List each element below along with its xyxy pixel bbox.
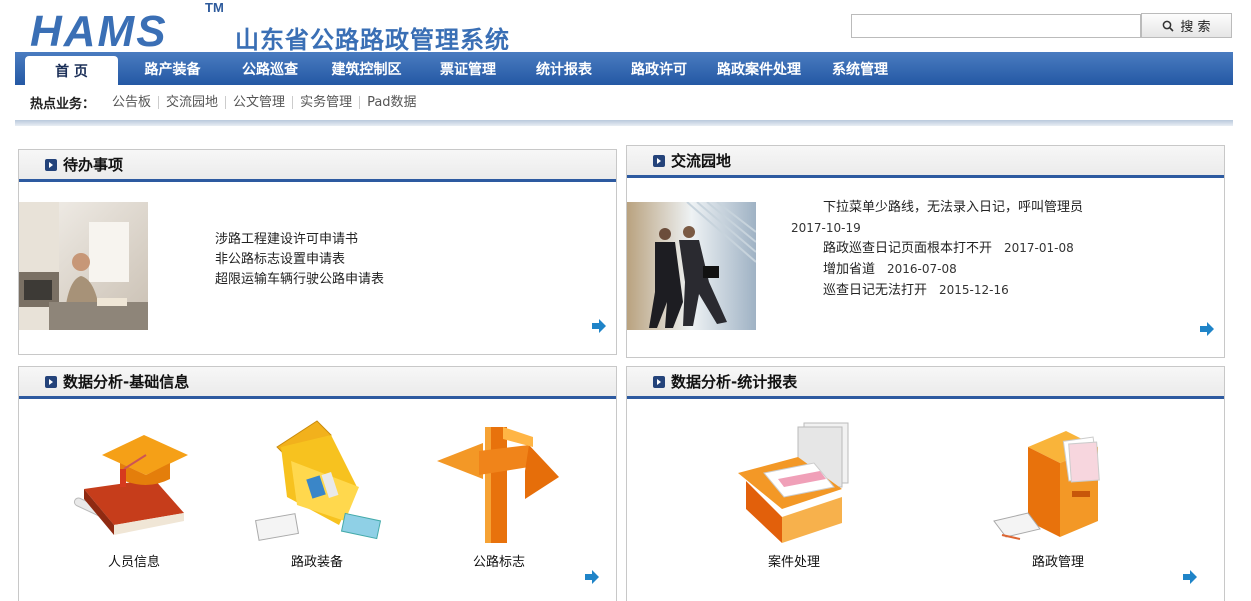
panel-header: 数据分析-统计报表	[627, 367, 1224, 399]
signpost-icon	[437, 427, 559, 543]
more-arrow-icon[interactable]	[591, 318, 607, 334]
icon-label: 公路标志	[472, 555, 525, 570]
panel-title: 数据分析-统计报表	[671, 373, 798, 391]
stat-report-panel: 数据分析-统计报表 案件处理 路政管理	[626, 366, 1225, 601]
hot-link-documents[interactable]: 公文管理	[226, 95, 294, 109]
office-worker-photo	[19, 202, 148, 330]
icon-label: 路政管理	[1031, 555, 1084, 570]
panel-title: 交流园地	[671, 152, 732, 170]
hot-business-label: 热点业务：	[30, 96, 96, 112]
forum-list: 下拉菜单少路线，无法录入日记，呼叫管理员 2017-10-19 路政巡查日记页面…	[791, 198, 1227, 301]
todo-item[interactable]: 涉路工程建设许可申请书	[215, 230, 384, 250]
panel-header: 待办事项	[19, 150, 616, 182]
bullet-icon	[653, 375, 665, 388]
trademark: TM	[205, 0, 224, 15]
panel-header: 数据分析-基础信息	[19, 367, 616, 399]
hot-link-forum[interactable]: 交流园地	[159, 95, 227, 109]
system-title: 山东省公路路政管理系统	[235, 26, 510, 54]
forum-item[interactable]: 巡查日记无法打开 2015-12-16	[807, 280, 1227, 301]
file-cabinet-icon	[993, 431, 1100, 540]
bullet-icon	[45, 375, 57, 388]
document-tray-icon	[738, 422, 849, 543]
hams-logo: HAMS	[30, 10, 168, 50]
header-divider	[15, 120, 1233, 126]
nav-item-building-control[interactable]: 建筑控制区	[313, 52, 420, 85]
todo-panel: 待办事项 涉路工程建设许可申请书 非公路标志设置申请表 超限运输车辆行驶公路申请…	[18, 149, 617, 355]
nav-item-statistics[interactable]: 统计报表	[516, 52, 612, 85]
forum-item[interactable]: 路政巡查日记页面根本打不开 2017-01-08	[807, 238, 1227, 259]
hot-link-bulletin[interactable]: 公告板	[105, 95, 160, 109]
road-admin-item[interactable]: 路政管理	[988, 417, 1128, 570]
forum-item[interactable]: 下拉菜单少路线，无法录入日记，呼叫管理员	[807, 198, 1227, 218]
icon-label: 路政装备	[290, 555, 343, 570]
search-button[interactable]: 搜 索	[1141, 13, 1232, 38]
graduation-book-icon	[73, 435, 188, 535]
case-handling-item[interactable]: 案件处理	[724, 417, 864, 570]
more-arrow-icon[interactable]	[1199, 321, 1215, 337]
panel-header: 交流园地	[627, 146, 1224, 178]
bullet-icon	[653, 154, 665, 167]
nav-item-cases[interactable]: 路政案件处理	[706, 52, 812, 85]
header: HAMS TM 山东省公路路政管理系统 搜 索	[0, 0, 1251, 54]
more-arrow-icon[interactable]	[1182, 569, 1198, 585]
more-arrow-icon[interactable]	[584, 569, 600, 585]
forum-item[interactable]: 增加省道 2016-07-08	[807, 259, 1227, 280]
search-button-label: 搜 索	[1180, 20, 1211, 35]
forum-item-title: 巡查日记无法打开	[823, 283, 928, 298]
hot-link-affairs[interactable]: 实务管理	[293, 95, 361, 109]
forum-item-title: 路政巡查日记页面根本打不开	[823, 241, 993, 256]
hot-link-pad-data[interactable]: Pad数据	[360, 96, 423, 109]
nav-item-system[interactable]: 系统管理	[812, 52, 908, 85]
search-icon	[1163, 20, 1174, 32]
main-nav: 首 页 路产装备 公路巡查 建筑控制区 票证管理 统计报表 路政许可 路政案件处…	[15, 52, 1233, 85]
logo-text: HAMS	[30, 10, 168, 50]
forum-panel: 交流园地 下拉菜单少路线，无法录入日记，呼叫管理员 2017-10-19 路政巡…	[626, 145, 1225, 358]
nav-item-tickets[interactable]: 票证管理	[420, 52, 516, 85]
forum-item-title: 增加省道	[823, 262, 876, 277]
icon-label: 案件处理	[767, 555, 820, 570]
forum-item-date: 2017-01-08	[1004, 241, 1074, 255]
todo-list: 涉路工程建设许可申请书 非公路标志设置申请表 超限运输车辆行驶公路申请表	[215, 230, 384, 290]
hot-business-bar: 热点业务： 公告板 交流园地 公文管理 实务管理 Pad数据	[15, 85, 1233, 119]
nav-item-road-assets[interactable]: 路产装备	[118, 52, 227, 85]
toolbox-icon	[254, 420, 382, 541]
forum-item-date: 2015-12-16	[939, 283, 1009, 297]
forum-item-date: 2017-10-19	[791, 221, 861, 235]
todo-item[interactable]: 非公路标志设置申请表	[215, 250, 384, 270]
bullet-icon	[45, 158, 57, 171]
icon-label: 人员信息	[107, 555, 160, 570]
forum-item-title: 下拉菜单少路线，无法录入日记，呼叫管理员	[823, 200, 1084, 215]
nav-item-patrol[interactable]: 公路巡查	[227, 52, 313, 85]
road-sign-item[interactable]: 公路标志	[429, 417, 569, 570]
nav-item-permits[interactable]: 路政许可	[612, 52, 706, 85]
businessmen-photo	[627, 202, 756, 330]
panel-title: 待办事项	[63, 156, 124, 174]
personnel-info-item[interactable]: 人员信息	[64, 417, 204, 570]
search-input[interactable]	[851, 14, 1141, 38]
nav-item-home[interactable]: 首 页	[25, 56, 118, 85]
road-equipment-item[interactable]: 路政装备	[247, 417, 387, 570]
todo-item[interactable]: 超限运输车辆行驶公路申请表	[215, 270, 384, 290]
panel-title: 数据分析-基础信息	[63, 373, 190, 391]
forum-item-date: 2016-07-08	[887, 262, 957, 276]
basic-info-panel: 数据分析-基础信息 人员信息 路政装备 公路标志	[18, 366, 617, 601]
